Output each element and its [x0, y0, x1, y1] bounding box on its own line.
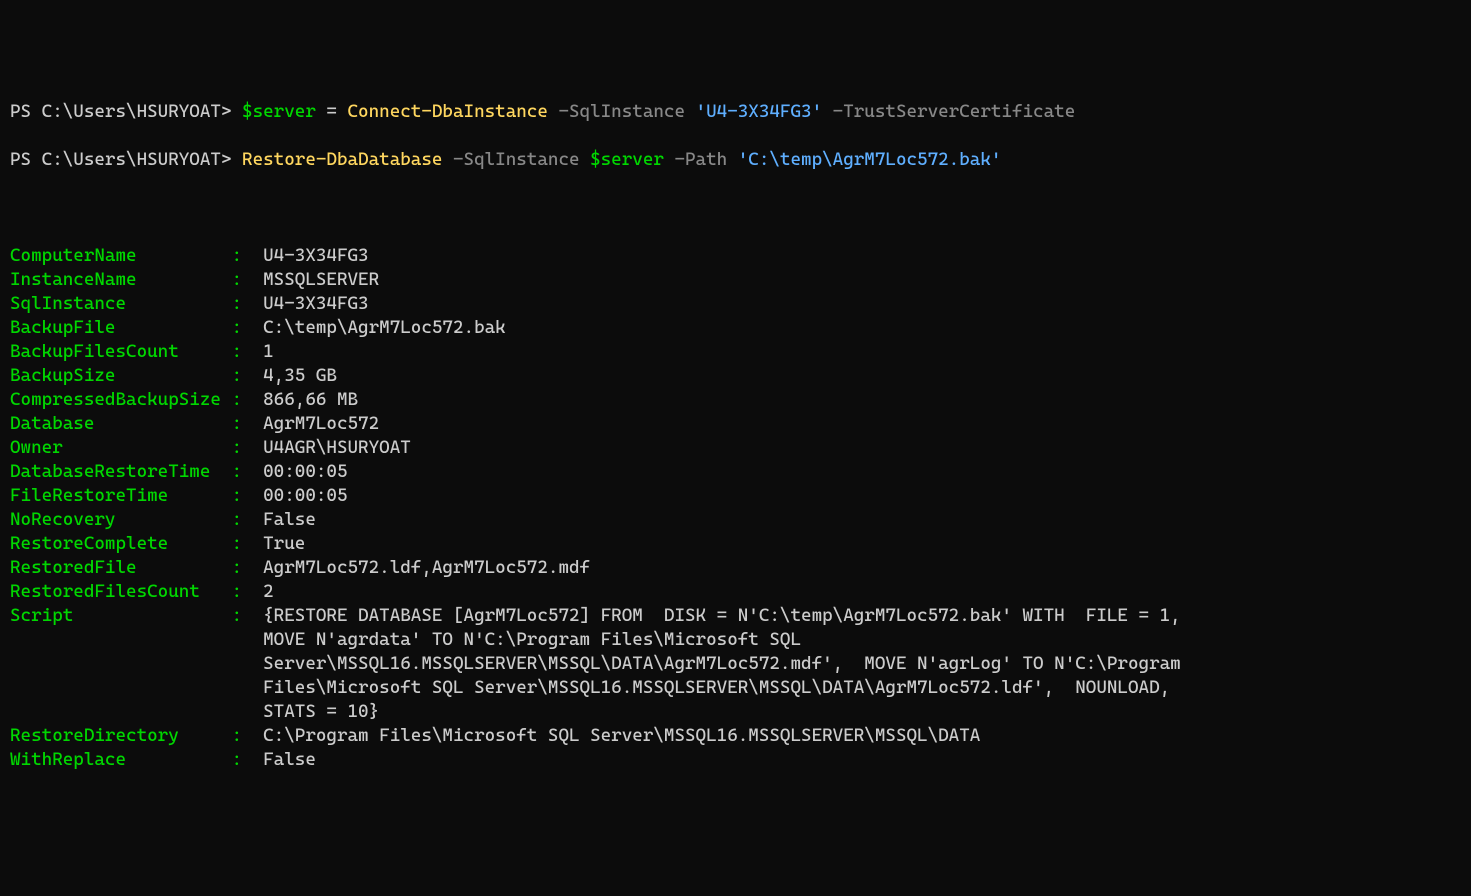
output-row: RestoredFilesCount : 2 [10, 580, 1461, 604]
output-row: ComputerName : U4-3X34FG3 [10, 244, 1461, 268]
property-value: AgrM7Loc572.ldf,AgrM7Loc572.mdf [263, 556, 590, 580]
property-name: Owner [10, 436, 231, 460]
property-value: True [263, 532, 305, 556]
ps-prompt: PS C:\Users\HSURYOAT> [10, 149, 242, 170]
output-row: DatabaseRestoreTime : 00:00:05 [10, 460, 1461, 484]
colon-separator: : [231, 292, 263, 316]
colon-separator: : [231, 364, 263, 388]
property-name: DatabaseRestoreTime [10, 460, 231, 484]
output-row: Database : AgrM7Loc572 [10, 412, 1461, 436]
output-row: RestoreComplete : True [10, 532, 1461, 556]
cmdlet: Connect-DbaInstance [348, 101, 548, 122]
colon-separator: : [231, 484, 263, 508]
property-name: BackupFile [10, 316, 231, 340]
colon-separator: : [231, 268, 263, 292]
output-row: WithReplace : False [10, 748, 1461, 772]
colon-separator: : [231, 316, 263, 340]
output-row: FileRestoreTime : 00:00:05 [10, 484, 1461, 508]
property-name: NoRecovery [10, 508, 231, 532]
param: -Path [664, 149, 738, 170]
property-name: WithReplace [10, 748, 231, 772]
property-name: CompressedBackupSize [10, 388, 231, 412]
colon-separator: : [231, 604, 263, 628]
property-name: Database [10, 412, 231, 436]
param: -SqlInstance [548, 101, 696, 122]
colon-separator: : [231, 244, 263, 268]
colon-separator: : [231, 580, 263, 604]
property-value: 00:00:05 [263, 460, 347, 484]
colon-separator: : [231, 556, 263, 580]
variable: $server [590, 149, 664, 170]
param: -SqlInstance [442, 149, 590, 170]
property-name: RestoredFile [10, 556, 231, 580]
property-name: BackupFilesCount [10, 340, 231, 364]
output-row: InstanceName : MSSQLSERVER [10, 268, 1461, 292]
property-value: U4-3X34FG3 [263, 244, 368, 268]
output-row: SqlInstance : U4-3X34FG3 [10, 292, 1461, 316]
ps-prompt: PS C:\Users\HSURYOAT> [10, 101, 242, 122]
property-value: C:\Program Files\Microsoft SQL Server\MS… [263, 724, 980, 748]
property-value: MSSQLSERVER [263, 268, 379, 292]
property-value: False [263, 508, 316, 532]
colon-separator: : [231, 748, 263, 772]
output-row: Script : {RESTORE DATABASE [AgrM7Loc572]… [10, 604, 1461, 724]
property-value: {RESTORE DATABASE [AgrM7Loc572] FROM DIS… [263, 604, 1212, 724]
colon-separator: : [231, 508, 263, 532]
output-row: RestoredFile : AgrM7Loc572.ldf,AgrM7Loc5… [10, 556, 1461, 580]
property-name: SqlInstance [10, 292, 231, 316]
property-value: U4AGR\HSURYOAT [263, 436, 411, 460]
property-value: 1 [263, 340, 274, 364]
property-name: RestoreComplete [10, 532, 231, 556]
param: -TrustServerCertificate [822, 101, 1075, 122]
variable: $server [242, 101, 316, 122]
property-name: Script [10, 604, 231, 628]
output-row: NoRecovery : False [10, 508, 1461, 532]
command-line-1: PS C:\Users\HSURYOAT> $server = Connect-… [10, 100, 1461, 124]
assign-op: = [316, 101, 348, 122]
colon-separator: : [231, 532, 263, 556]
property-value: 866,66 MB [263, 388, 358, 412]
property-value: 4,35 GB [263, 364, 337, 388]
command-line-2: PS C:\Users\HSURYOAT> Restore-DbaDatabas… [10, 148, 1461, 172]
output-row: RestoreDirectory : C:\Program Files\Micr… [10, 724, 1461, 748]
property-name: RestoreDirectory [10, 724, 231, 748]
string-literal: 'U4-3X34FG3' [696, 101, 823, 122]
cmdlet: Restore-DbaDatabase [242, 149, 442, 170]
colon-separator: : [231, 388, 263, 412]
colon-separator: : [231, 412, 263, 436]
output-row: BackupFile : C:\temp\AgrM7Loc572.bak [10, 316, 1461, 340]
property-value: False [263, 748, 316, 772]
property-value: AgrM7Loc572 [263, 412, 379, 436]
output-row: Owner : U4AGR\HSURYOAT [10, 436, 1461, 460]
colon-separator: : [231, 340, 263, 364]
colon-separator: : [231, 436, 263, 460]
property-name: ComputerName [10, 244, 231, 268]
colon-separator: : [231, 724, 263, 748]
output-row: BackupFilesCount : 1 [10, 340, 1461, 364]
property-value: U4-3X34FG3 [263, 292, 368, 316]
output-row: BackupSize : 4,35 GB [10, 364, 1461, 388]
property-name: InstanceName [10, 268, 231, 292]
property-name: BackupSize [10, 364, 231, 388]
property-name: FileRestoreTime [10, 484, 231, 508]
output-row: CompressedBackupSize : 866,66 MB [10, 388, 1461, 412]
property-value: 00:00:05 [263, 484, 347, 508]
string-literal: 'C:\temp\AgrM7Loc572.bak' [738, 149, 1002, 170]
blank-line [10, 196, 1461, 220]
property-value: 2 [263, 580, 274, 604]
property-name: RestoredFilesCount [10, 580, 231, 604]
output-object: ComputerName : U4-3X34FG3InstanceName : … [10, 244, 1461, 772]
colon-separator: : [231, 460, 263, 484]
property-value: C:\temp\AgrM7Loc572.bak [263, 316, 506, 340]
